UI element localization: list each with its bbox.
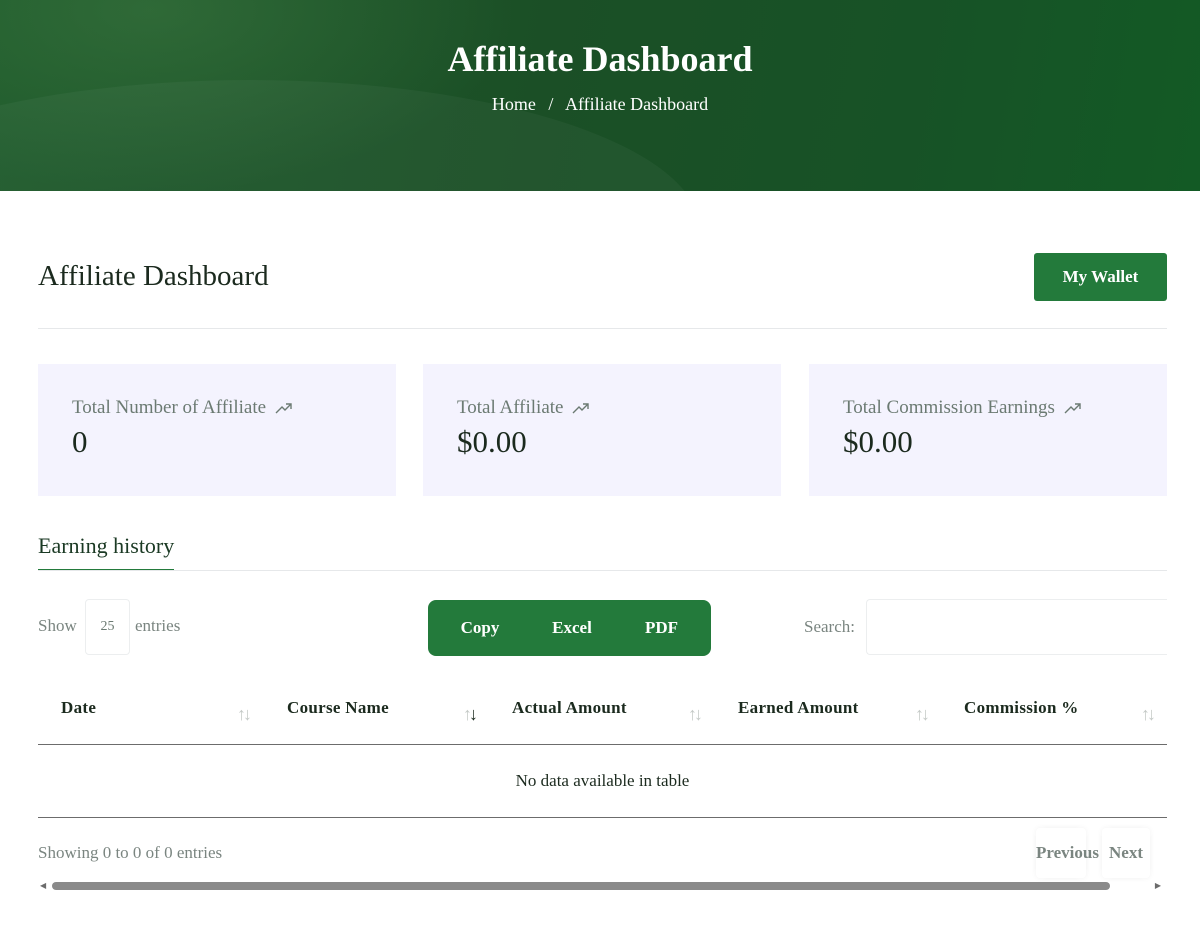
stat-card-value: $0.00: [843, 424, 913, 459]
breadcrumb: Home / Affiliate Dashboard: [0, 94, 1200, 115]
column-header-actual-amount[interactable]: Actual Amount: [512, 698, 627, 718]
breadcrumb-current: Affiliate Dashboard: [564, 94, 709, 114]
entries-per-page-select[interactable]: 25: [85, 599, 130, 655]
sort-descending-icon[interactable]: ↑↓: [463, 704, 478, 725]
stat-card-label: Total Number of Affiliate: [72, 397, 267, 418]
stat-card-label-wrap: Total Affiliate: [457, 397, 590, 420]
table-bottom-border: [38, 817, 1167, 818]
export-button-group: Copy Excel PDF: [428, 600, 711, 656]
show-label: Show: [38, 616, 77, 635]
tab-earning-history[interactable]: Earning history: [38, 533, 175, 571]
breadcrumb-separator: /: [548, 94, 554, 114]
trend-up-icon: [275, 398, 293, 420]
stat-card-value: 0: [72, 424, 88, 459]
breadcrumb-home-link[interactable]: Home: [492, 94, 536, 114]
stat-card-label-wrap: Total Number of Affiliate: [72, 397, 293, 420]
copy-button[interactable]: Copy: [428, 600, 532, 656]
search-input[interactable]: [866, 599, 1167, 655]
stat-card-total-affiliate: Total Affiliate $0.00: [423, 364, 781, 496]
next-page-button[interactable]: Next: [1102, 828, 1150, 878]
column-header-commission-percent[interactable]: Commission %: [964, 698, 1079, 718]
previous-page-button[interactable]: Previous: [1036, 828, 1099, 878]
stat-card-value: $0.00: [457, 424, 527, 459]
scroll-right-arrow-icon[interactable]: ▶: [1155, 880, 1161, 892]
horizontal-scrollbar[interactable]: ◀ ▶: [38, 880, 1167, 892]
trend-up-icon: [1064, 398, 1082, 420]
hero-banner: Affiliate Dashboard Home / Affiliate Das…: [0, 0, 1200, 191]
stat-card-total-number-affiliate: Total Number of Affiliate 0: [38, 364, 396, 496]
pdf-button[interactable]: PDF: [612, 600, 711, 656]
empty-table-message: No data available in table: [515, 771, 690, 790]
sort-icon[interactable]: ↑↓: [688, 704, 703, 725]
column-header-earned-amount[interactable]: Earned Amount: [738, 698, 859, 718]
column-header-course-name[interactable]: Course Name: [287, 698, 389, 718]
excel-button[interactable]: Excel: [532, 600, 612, 656]
scrollbar-thumb[interactable]: [52, 882, 1110, 890]
trend-up-icon: [572, 398, 590, 420]
header-divider: [38, 328, 1167, 329]
sort-icon[interactable]: ↑↓: [237, 704, 252, 725]
search-label: Search:: [804, 617, 855, 636]
stat-card-label: Total Affiliate: [457, 397, 564, 418]
scroll-left-arrow-icon[interactable]: ◀: [40, 880, 46, 892]
tab-divider: [38, 570, 1167, 571]
table-info: Showing 0 to 0 of 0 entries: [38, 843, 223, 862]
table-header-border: [38, 744, 1167, 745]
stat-card-label: Total Commission Earnings: [843, 397, 1055, 418]
sort-icon[interactable]: ↑↓: [1141, 704, 1156, 725]
my-wallet-button[interactable]: My Wallet: [1034, 253, 1167, 301]
sort-icon[interactable]: ↑↓: [915, 704, 930, 725]
hero-title: Affiliate Dashboard: [447, 39, 753, 79]
entries-label: entries: [135, 616, 181, 635]
stat-card-total-commission-earnings: Total Commission Earnings $0.00: [809, 364, 1167, 496]
stat-card-label-wrap: Total Commission Earnings: [843, 397, 1082, 420]
page-title: Affiliate Dashboard: [38, 260, 269, 292]
column-header-date[interactable]: Date: [61, 698, 96, 718]
